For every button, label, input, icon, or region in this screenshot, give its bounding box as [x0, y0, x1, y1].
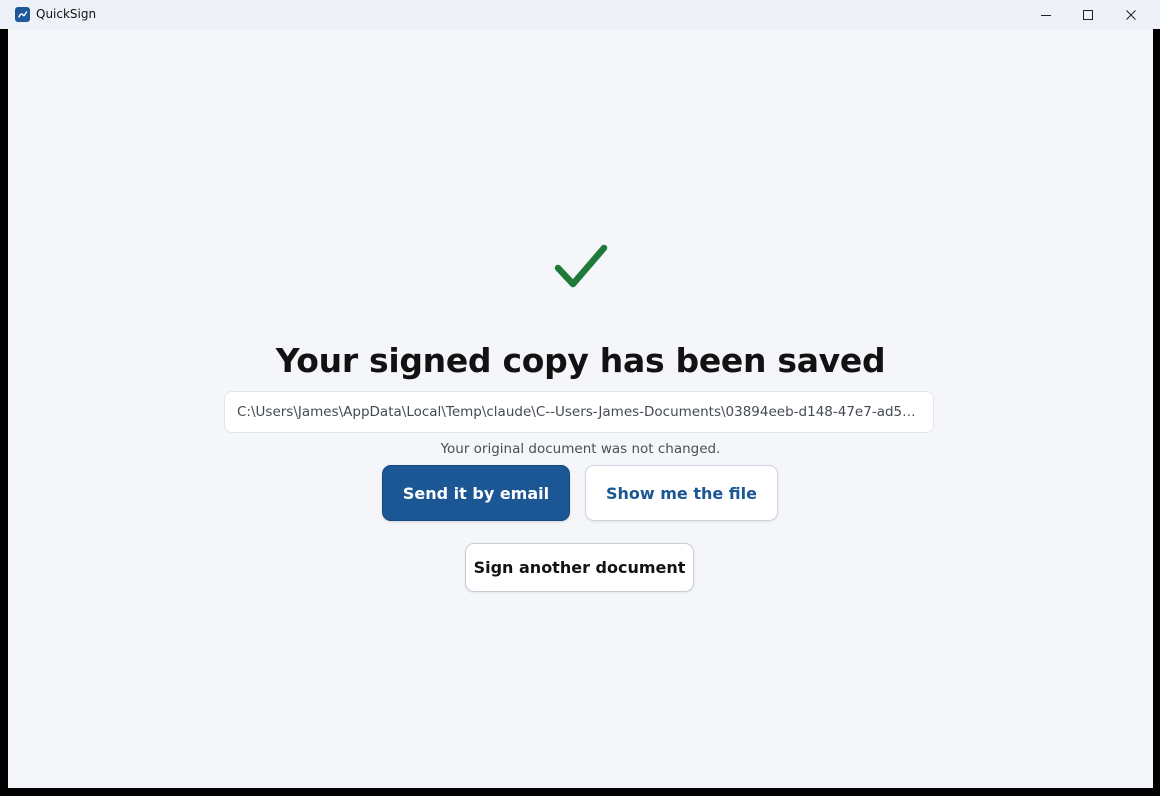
checkmark-icon: [554, 244, 608, 288]
title-bar[interactable]: QuickSign: [0, 0, 1160, 29]
original-unchanged-note: Your original document was not changed.: [440, 441, 721, 457]
minimize-icon: [1041, 14, 1051, 16]
minimize-button[interactable]: [1024, 0, 1068, 29]
maximize-button[interactable]: [1066, 0, 1110, 29]
send-email-button[interactable]: Send it by email: [382, 465, 570, 521]
close-button[interactable]: [1109, 0, 1153, 29]
page-title: Your signed copy has been saved: [275, 341, 886, 380]
maximize-icon: [1083, 9, 1093, 20]
main-content: Your signed copy has been saved C:\Users…: [8, 29, 1153, 788]
saved-file-path[interactable]: C:\Users\James\AppData\Local\Temp\claude…: [237, 404, 919, 420]
sign-another-document-button[interactable]: Sign another document: [465, 543, 694, 592]
quicksign-logo-icon: [15, 7, 30, 22]
show-file-button[interactable]: Show me the file: [585, 465, 778, 521]
saved-file-path-field[interactable]: C:\Users\James\AppData\Local\Temp\claude…: [224, 391, 934, 433]
close-icon: [1126, 9, 1136, 20]
app-window: QuickSign Your signed copy has been save…: [0, 0, 1160, 796]
window-title: QuickSign: [36, 7, 97, 21]
